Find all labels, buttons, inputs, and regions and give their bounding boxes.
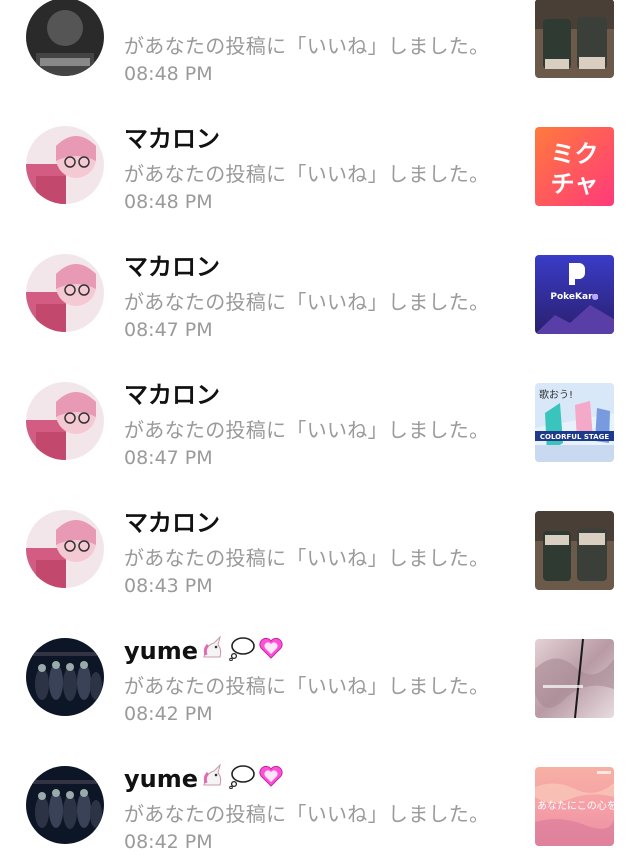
svg-text:チャ: チャ xyxy=(551,170,599,198)
user-avatar[interactable] xyxy=(26,382,104,460)
thought-bubble-emoji-icon xyxy=(228,763,256,797)
sparkling-heart-emoji-icon xyxy=(258,635,284,669)
thought-bubble-emoji-icon xyxy=(228,635,256,669)
user-name[interactable]: yume xyxy=(124,763,284,797)
user-avatar[interactable] xyxy=(26,510,104,588)
notification-time: 08:47 PM xyxy=(124,447,213,469)
thumbnail-label: PokeKara xyxy=(550,292,598,302)
notification-time: 08:42 PM xyxy=(124,831,213,853)
notification-item[interactable]: があなたの投稿に「いいね」しました。 08:48 PM xyxy=(0,0,640,86)
notification-item[interactable]: yume があなたの投稿に「いいね」しました。 08:42 PM あなたにこの心… xyxy=(0,726,640,854)
notification-message: があなたの投稿に「いいね」しました。 xyxy=(124,546,490,570)
svg-text:ミク: ミク xyxy=(551,140,599,168)
notification-message: があなたの投稿に「いいね」しました。 xyxy=(124,162,490,186)
unicorn-emoji-icon xyxy=(200,635,226,669)
user-name[interactable]: マカロン xyxy=(124,379,220,411)
notification-time: 08:48 PM xyxy=(124,63,213,85)
notification-message: があなたの投稿に「いいね」しました。 xyxy=(124,802,490,826)
notification-item[interactable]: マカロン があなたの投稿に「いいね」しました。 08:48 PM ミク チャ xyxy=(0,86,640,214)
post-thumbnail[interactable]: 歌おう! COLORFUL STAGE xyxy=(535,383,614,462)
user-avatar[interactable] xyxy=(26,0,104,76)
notification-item[interactable]: yume があなたの投稿に「いいね」しました。 08:42 PM xyxy=(0,598,640,726)
post-thumbnail[interactable] xyxy=(535,511,614,590)
notification-message: があなたの投稿に「いいね」しました。 xyxy=(124,34,490,58)
notification-list: があなたの投稿に「いいね」しました。 08:48 PM マカロン があなたの投稿… xyxy=(0,0,640,854)
user-avatar[interactable] xyxy=(26,766,104,844)
post-thumbnail[interactable]: ミク チャ xyxy=(535,127,614,206)
thumbnail-sublabel: COLORFUL STAGE xyxy=(540,433,609,441)
user-avatar[interactable] xyxy=(26,638,104,716)
notification-message: があなたの投稿に「いいね」しました。 xyxy=(124,674,490,698)
user-avatar[interactable] xyxy=(26,254,104,332)
user-name[interactable]: マカロン xyxy=(124,251,220,283)
notification-time: 08:48 PM xyxy=(124,191,213,213)
user-avatar[interactable] xyxy=(26,126,104,204)
post-thumbnail[interactable]: PokeKara xyxy=(535,255,614,334)
notification-time: 08:47 PM xyxy=(124,319,213,341)
notification-message: があなたの投稿に「いいね」しました。 xyxy=(124,290,490,314)
notification-item[interactable]: マカロン があなたの投稿に「いいね」しました。 08:47 PM 歌おう! CO… xyxy=(0,342,640,470)
user-name[interactable]: マカロン xyxy=(124,123,220,155)
post-thumbnail[interactable] xyxy=(535,0,614,78)
thumbnail-label: 歌おう! xyxy=(539,388,573,401)
post-thumbnail[interactable] xyxy=(535,639,614,718)
notification-message: があなたの投稿に「いいね」しました。 xyxy=(124,418,490,442)
notification-item[interactable]: マカロン があなたの投稿に「いいね」しました。 08:47 PM PokeKar… xyxy=(0,214,640,342)
user-name[interactable]: yume xyxy=(124,635,284,669)
notification-item[interactable]: マカロン があなたの投稿に「いいね」しました。 08:43 PM xyxy=(0,470,640,598)
notification-time: 08:42 PM xyxy=(124,703,213,725)
thumbnail-label: あなたにこの心を xyxy=(537,800,614,812)
post-thumbnail[interactable]: あなたにこの心を xyxy=(535,767,614,846)
sparkling-heart-emoji-icon xyxy=(258,763,284,797)
unicorn-emoji-icon xyxy=(200,763,226,797)
notification-time: 08:43 PM xyxy=(124,575,213,597)
user-name[interactable]: マカロン xyxy=(124,507,220,539)
